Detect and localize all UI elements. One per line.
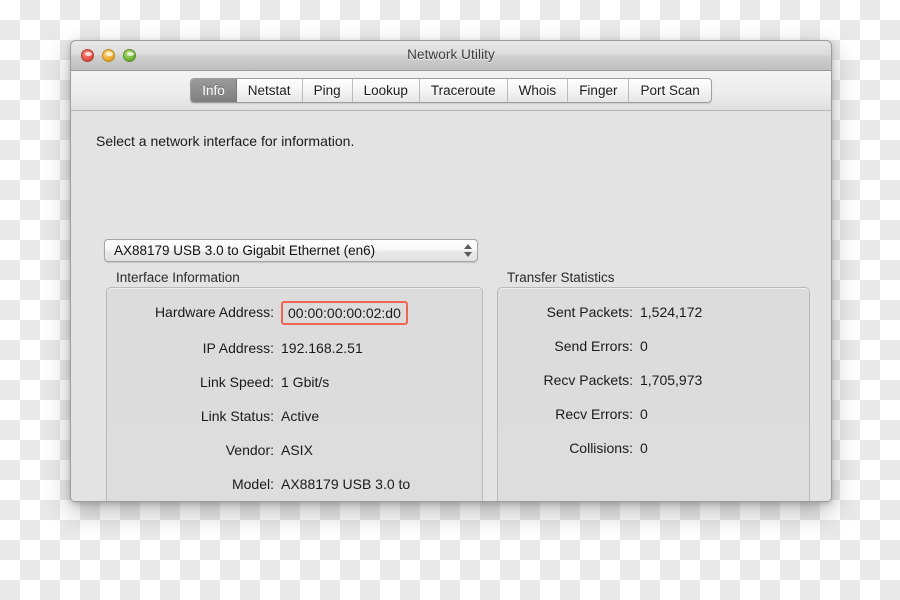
info-row-value: 0: [640, 440, 648, 456]
info-row-value: Active: [281, 408, 320, 424]
tab-port-scan[interactable]: Port Scan: [629, 79, 710, 102]
info-row-label: Vendor:: [225, 442, 274, 458]
info-row-value: 0: [640, 406, 648, 422]
info-row-label: Send Errors:: [554, 338, 633, 354]
chevron-updown-icon: [459, 240, 477, 261]
window-title: Network Utility: [407, 47, 495, 62]
tab-content-info: Select a network interface for informati…: [71, 111, 831, 501]
info-row: Recv Packets: 1,705,973: [497, 369, 810, 391]
info-row-value: AX88179 USB 3.0 to Gigabit Ethernet: [281, 476, 411, 501]
info-row-value: 1,705,973: [640, 372, 703, 388]
info-row-label: Sent Packets:: [546, 304, 633, 320]
info-row: Sent Packets: 1,524,172: [497, 301, 810, 323]
tab-whois[interactable]: Whois: [508, 79, 569, 102]
info-row-value: 192.168.2.51: [281, 340, 363, 356]
instruction-text: Select a network interface for informati…: [96, 133, 355, 149]
info-row: IP Address: 192.168.2.51: [106, 337, 483, 359]
info-row-value: 1 Gbit/s: [281, 374, 330, 390]
info-row-value-highlighted: 00:00:00:00:02:d0: [281, 301, 408, 325]
network-utility-window: Network Utility Info Netstat Ping Lookup Tra…: [70, 40, 832, 502]
transfer-statistics-rows: Sent Packets: 1,524,172 Send Errors: 0 Recv …: [497, 287, 810, 471]
info-row: Vendor: ASIX: [106, 439, 483, 461]
info-row: Hardware Address: 00:00:00:00:02:d0: [106, 301, 483, 325]
info-row: Send Errors: 0: [497, 335, 810, 357]
tab-ping[interactable]: Ping: [303, 79, 353, 102]
interface-information-rows: Hardware Address: 00:00:00:00:02:d0 IP Add…: [106, 287, 483, 501]
info-row: Link Status: Active: [106, 405, 483, 427]
info-row-label: Recv Errors:: [555, 406, 633, 422]
info-row: Collisions: 0: [497, 437, 810, 459]
info-row-label: Link Speed:: [200, 374, 274, 390]
info-row: Model: AX88179 USB 3.0 to Gigabit Etherne…: [106, 473, 483, 501]
tab-bar: Info Netstat Ping Lookup Traceroute Whois Fing…: [71, 71, 831, 111]
transfer-statistics-title: Transfer Statistics: [507, 270, 615, 285]
transfer-statistics-group: Transfer Statistics Sent Packets: 1,524,1…: [497, 270, 810, 501]
info-row-label: Recv Packets:: [543, 372, 633, 388]
tab-traceroute[interactable]: Traceroute: [420, 79, 508, 102]
tab-lookup[interactable]: Lookup: [353, 79, 420, 102]
tab-finger[interactable]: Finger: [568, 79, 630, 102]
window-titlebar[interactable]: Network Utility: [71, 41, 831, 71]
tab-group: Info Netstat Ping Lookup Traceroute Whois Fing…: [190, 78, 712, 103]
interface-information-title: Interface Information: [116, 270, 240, 285]
info-row-value: ASIX: [281, 442, 313, 458]
info-row-label: Link Status:: [200, 408, 274, 424]
interface-information-group: Interface Information Hardware Address: 0…: [106, 270, 483, 501]
network-interface-select-value: AX88179 USB 3.0 to Gigabit Ethernet (en6…: [114, 243, 376, 258]
network-interface-select[interactable]: AX88179 USB 3.0 to Gigabit Ethernet (en6…: [104, 239, 478, 262]
info-row-label: IP Address:: [202, 340, 274, 356]
info-row-label: Collisions:: [569, 440, 633, 456]
info-row-value: 1,524,172: [640, 304, 703, 320]
info-row-value: 0: [640, 338, 648, 354]
info-row-label: Hardware Address:: [154, 304, 274, 320]
info-row: Recv Errors: 0: [497, 403, 810, 425]
tab-netstat[interactable]: Netstat: [237, 79, 303, 102]
info-row-label: Model:: [231, 476, 274, 492]
info-row: Link Speed: 1 Gbit/s: [106, 371, 483, 393]
tab-info[interactable]: Info: [191, 79, 237, 102]
